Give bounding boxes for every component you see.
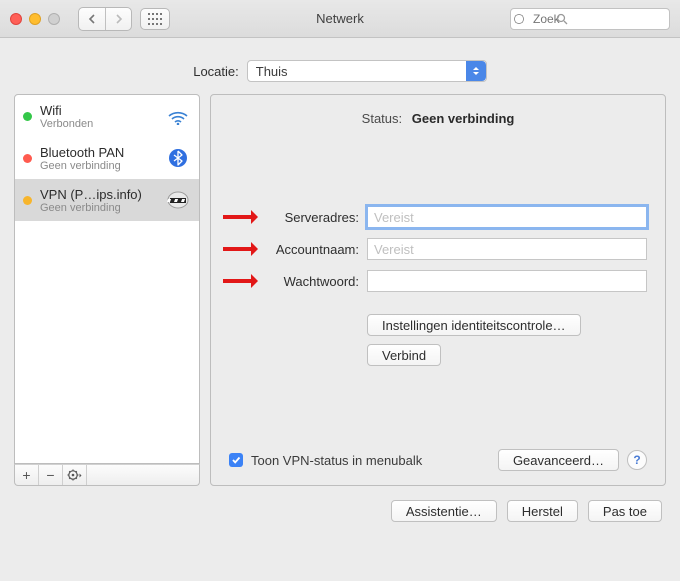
footer-buttons: Assistentie… Herstel Pas toe — [0, 486, 680, 522]
status-dot-icon — [23, 196, 32, 205]
gear-icon — [67, 469, 83, 481]
account-label: Accountnaam: — [229, 242, 359, 257]
minimize-window-button[interactable] — [29, 13, 41, 25]
wifi-icon — [165, 107, 191, 125]
add-network-button[interactable]: + — [15, 465, 39, 485]
sidebar-item-vpn[interactable]: VPN (P…ips.info) Geen verbinding — [15, 179, 199, 221]
window-controls — [10, 13, 60, 25]
checkmark-icon — [231, 455, 241, 465]
search-wrap — [510, 8, 670, 30]
grid-icon — [148, 13, 162, 25]
account-name-input[interactable] — [367, 238, 647, 260]
chevron-updown-icon — [466, 61, 486, 81]
maximize-window-button — [48, 13, 60, 25]
show-vpn-menubar-label: Toon VPN-status in menubalk — [251, 453, 422, 468]
status-value: Geen verbinding — [412, 111, 515, 126]
location-value: Thuis — [256, 64, 288, 79]
help-button[interactable]: ? — [627, 450, 647, 470]
network-sidebar: Wifi Verbonden Bluetooth PAN Geen verbin… — [14, 94, 200, 486]
back-button[interactable] — [79, 8, 105, 30]
show-vpn-menubar-checkbox[interactable] — [229, 453, 243, 467]
advanced-button[interactable]: Geavanceerd… — [498, 449, 619, 471]
remove-network-button[interactable]: − — [39, 465, 63, 485]
list-item-name: VPN (P…ips.info) — [40, 187, 165, 202]
forward-button[interactable] — [105, 8, 131, 30]
titlebar: Netwerk — [0, 0, 680, 38]
connect-button[interactable]: Verbind — [367, 344, 441, 366]
location-select[interactable]: Thuis — [247, 60, 487, 82]
location-row: Locatie: Thuis — [0, 38, 680, 94]
list-item-status: Geen verbinding — [40, 202, 165, 214]
sidebar-item-wifi[interactable]: Wifi Verbonden — [15, 95, 199, 137]
search-input[interactable] — [510, 8, 670, 30]
apply-button[interactable]: Pas toe — [588, 500, 662, 522]
network-actions-menu[interactable] — [63, 465, 87, 485]
sidebar-footer-spacer — [87, 465, 199, 485]
close-window-button[interactable] — [10, 13, 22, 25]
show-all-button[interactable] — [140, 8, 170, 30]
status-label: Status: — [362, 111, 402, 126]
assist-button[interactable]: Assistentie… — [391, 500, 497, 522]
revert-button[interactable]: Herstel — [507, 500, 578, 522]
list-item-name: Wifi — [40, 103, 165, 118]
status-dot-icon — [23, 112, 32, 121]
server-address-input[interactable] — [367, 206, 647, 228]
server-row: Serveradres: — [229, 206, 647, 228]
password-label: Wachtwoord: — [229, 274, 359, 289]
form-button-stack: Instellingen identiteitscontrole… Verbin… — [367, 314, 647, 366]
account-row: Accountnaam: — [229, 238, 647, 260]
nav-segmented — [78, 7, 132, 31]
password-row: Wachtwoord: — [229, 270, 647, 292]
list-item-status: Verbonden — [40, 118, 165, 130]
list-item-name: Bluetooth PAN — [40, 145, 165, 160]
status-dot-icon — [23, 154, 32, 163]
sidebar-footer: + − — [14, 464, 200, 486]
main-area: Wifi Verbonden Bluetooth PAN Geen verbin… — [0, 94, 680, 486]
auth-settings-button[interactable]: Instellingen identiteitscontrole… — [367, 314, 581, 336]
sidebar-item-bluetooth[interactable]: Bluetooth PAN Geen verbinding — [15, 137, 199, 179]
location-label: Locatie: — [193, 64, 239, 79]
server-label: Serveradres: — [229, 210, 359, 225]
list-item-status: Geen verbinding — [40, 160, 165, 172]
status-row: Status: Geen verbinding — [229, 111, 647, 126]
password-input[interactable] — [367, 270, 647, 292]
details-bottom-row: Toon VPN-status in menubalk Geavanceerd…… — [229, 449, 647, 471]
vpn-icon — [165, 191, 191, 209]
bluetooth-icon — [165, 148, 191, 168]
network-list: Wifi Verbonden Bluetooth PAN Geen verbin… — [14, 94, 200, 464]
details-pane: Status: Geen verbinding Serveradres: Acc… — [210, 94, 666, 486]
